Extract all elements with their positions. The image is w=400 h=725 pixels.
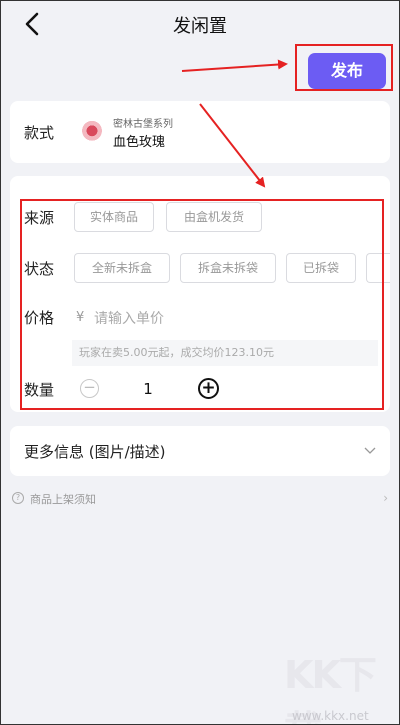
rose-figure-thumbnail xyxy=(80,120,104,144)
style-card[interactable]: 款式 密林古堡系列 血色玫瑰 xyxy=(10,101,390,163)
annotation-box-publish xyxy=(295,44,393,91)
listing-notice-link[interactable]: ? 商品上架须知 › xyxy=(12,490,390,508)
more-info-row[interactable]: 更多信息 (图片/描述) xyxy=(10,426,390,476)
notice-label: 商品上架须知 xyxy=(30,493,96,506)
header: 发闲置 xyxy=(0,0,400,48)
arrow-to-publish xyxy=(181,59,288,72)
style-name: 血色玫瑰 xyxy=(113,135,166,150)
annotation-box-form xyxy=(20,199,384,410)
style-series: 密林古堡系列 xyxy=(113,119,173,130)
chevron-right-icon: › xyxy=(383,491,388,505)
style-label: 款式 xyxy=(24,124,55,142)
page-title: 发闲置 xyxy=(173,16,227,37)
question-icon: ? xyxy=(12,492,24,504)
watermark-url: www.kkx.net xyxy=(292,709,369,723)
chevron-down-icon xyxy=(364,447,376,454)
more-info-label: 更多信息 (图片/描述) xyxy=(24,443,166,461)
watermark: KK下载 www.kkx.net xyxy=(270,640,400,725)
